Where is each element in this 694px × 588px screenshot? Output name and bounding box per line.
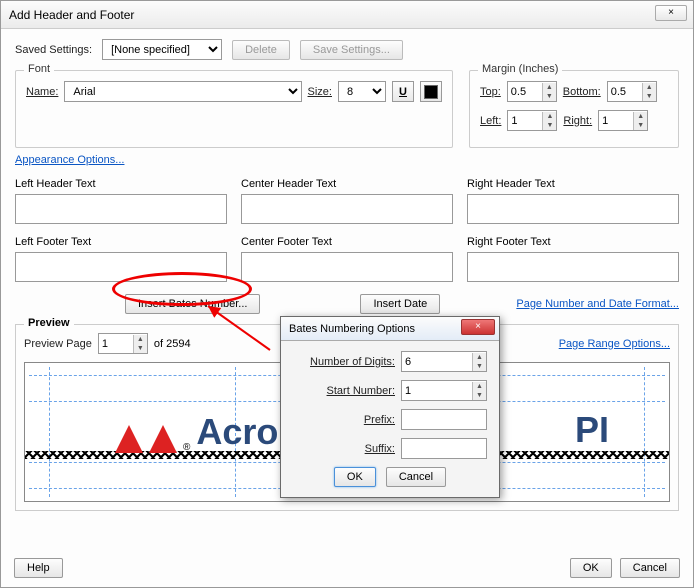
modal-cancel-button[interactable]: Cancel <box>386 467 446 487</box>
footer-text-row: Left Footer Text Center Footer Text Righ… <box>15 230 679 282</box>
preview-legend: Preview <box>24 317 74 329</box>
start-label: Start Number: <box>327 385 395 397</box>
dialog-footer: Help OK Cancel <box>14 558 680 578</box>
left-footer-input[interactable] <box>15 252 227 282</box>
logo-triangle-icon <box>149 425 177 453</box>
insert-bates-button[interactable]: Insert Bates Number... <box>125 294 260 314</box>
saved-settings-row: Saved Settings: [None specified] Delete … <box>15 39 679 60</box>
center-footer-input[interactable] <box>241 252 453 282</box>
modal-titlebar: Bates Numbering Options × <box>281 317 499 341</box>
margin-right-label: Right: <box>563 115 592 127</box>
right-footer-input[interactable] <box>467 252 679 282</box>
font-legend: Font <box>24 63 54 75</box>
dialog-window: Add Header and Footer × Saved Settings: … <box>0 0 694 588</box>
margin-left-label: Left: <box>480 115 501 127</box>
logo-triangle-icon <box>115 425 143 453</box>
margin-left-spin[interactable]: ▲▼ <box>507 110 557 131</box>
suffix-input[interactable] <box>401 438 487 459</box>
page-number-format-link[interactable]: Page Number and Date Format... <box>516 298 679 310</box>
margin-right-spin[interactable]: ▲▼ <box>598 110 648 131</box>
digits-label: Number of Digits: <box>310 356 395 368</box>
margin-top-spin[interactable]: ▲▼ <box>507 81 557 102</box>
prefix-input[interactable] <box>401 409 487 430</box>
modal-close-button[interactable]: × <box>461 319 495 335</box>
insert-row: Insert Bates Number... Insert Date Page … <box>15 294 679 314</box>
right-header-label: Right Header Text <box>467 178 679 190</box>
saved-settings-label: Saved Settings: <box>15 44 92 56</box>
appearance-options-link[interactable]: Appearance Options... <box>15 154 124 166</box>
font-margin-row: Font Name: Arial Size: 8 U Margin (Inche… <box>15 70 679 148</box>
spin-up-icon[interactable]: ▲ <box>543 83 556 92</box>
digits-spin[interactable]: ▲▼ <box>401 351 487 372</box>
center-header-input[interactable] <box>241 194 453 224</box>
font-name-label: Name: <box>26 86 58 98</box>
left-footer-label: Left Footer Text <box>15 236 227 248</box>
modal-ok-button[interactable]: OK <box>334 467 376 487</box>
margin-bottom-spin[interactable]: ▲▼ <box>607 81 657 102</box>
preview-page-total: of 2594 <box>154 338 191 350</box>
font-name-select[interactable]: Arial <box>64 81 301 102</box>
font-size-select[interactable]: 8 <box>338 81 386 102</box>
underline-button[interactable]: U <box>392 81 414 102</box>
left-header-label: Left Header Text <box>15 178 227 190</box>
margin-legend: Margin (Inches) <box>478 63 562 75</box>
center-header-label: Center Header Text <box>241 178 453 190</box>
bates-options-dialog: Bates Numbering Options × Number of Digi… <box>280 316 500 498</box>
right-footer-label: Right Footer Text <box>467 236 679 248</box>
insert-date-button[interactable]: Insert Date <box>360 294 440 314</box>
right-header-input[interactable] <box>467 194 679 224</box>
prefix-label: Prefix: <box>364 414 395 426</box>
margin-bottom-label: Bottom: <box>563 86 601 98</box>
modal-title: Bates Numbering Options <box>289 323 415 335</box>
spin-down-icon[interactable]: ▼ <box>543 92 556 101</box>
preview-page-label: Preview Page <box>24 338 92 350</box>
font-group: Font Name: Arial Size: 8 U <box>15 70 453 148</box>
color-button[interactable] <box>420 81 442 102</box>
window-close-button[interactable]: × <box>655 5 687 21</box>
font-size-label: Size: <box>308 86 332 98</box>
color-swatch-icon <box>424 85 438 99</box>
ok-button[interactable]: OK <box>570 558 612 578</box>
center-footer-label: Center Footer Text <box>241 236 453 248</box>
cancel-button[interactable]: Cancel <box>620 558 680 578</box>
save-settings-button[interactable]: Save Settings... <box>300 40 403 60</box>
delete-button[interactable]: Delete <box>232 40 290 60</box>
header-text-row: Left Header Text Center Header Text Righ… <box>15 172 679 224</box>
margin-group: Margin (Inches) Top: ▲▼ Bottom: ▲▼ Left:… <box>469 70 679 148</box>
preview-page-spin[interactable]: ▲▼ <box>98 333 148 354</box>
titlebar: Add Header and Footer × <box>1 1 693 29</box>
page-range-link[interactable]: Page Range Options... <box>559 338 670 350</box>
saved-settings-select[interactable]: [None specified] <box>102 39 222 60</box>
left-header-input[interactable] <box>15 194 227 224</box>
window-title: Add Header and Footer <box>9 8 134 22</box>
help-button[interactable]: Help <box>14 558 63 578</box>
preview-logo: ® Acro <box>115 411 278 453</box>
margin-top-label: Top: <box>480 86 501 98</box>
start-spin[interactable]: ▲▼ <box>401 380 487 401</box>
suffix-label: Suffix: <box>365 443 395 455</box>
